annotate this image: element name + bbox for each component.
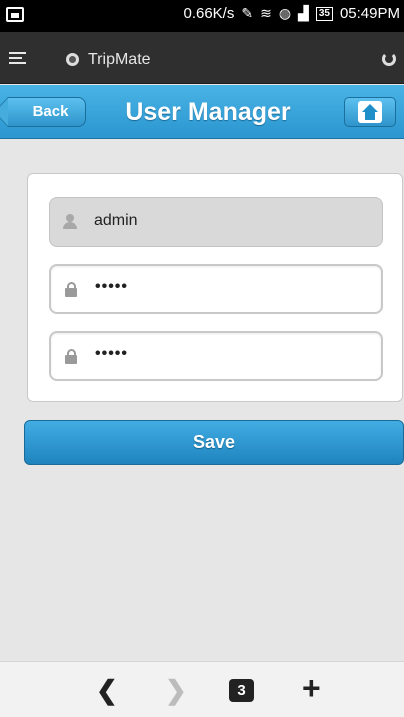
page-header: Back User Manager	[0, 85, 404, 139]
refresh-icon[interactable]	[382, 52, 396, 66]
nav-forward-icon[interactable]: ❯	[165, 677, 187, 703]
browser-bottom-nav: ❮ ❯ 3 +	[0, 661, 404, 717]
status-indicators: 0.66K/s ✎ ≋ ◍ ▟ 35 05:49PM	[183, 5, 400, 22]
nav-back-icon[interactable]: ❮	[96, 677, 118, 703]
app-name: TripMate	[88, 51, 151, 68]
confirm-password-value: •••••	[95, 345, 129, 362]
lock-icon	[64, 349, 78, 364]
wifi-icon: ≋	[260, 5, 272, 21]
username-field: admin	[49, 197, 383, 247]
save-button[interactable]: Save	[24, 420, 404, 465]
clock: 05:49PM	[339, 5, 400, 22]
confirm-password-field[interactable]: •••••	[49, 331, 383, 381]
status-bar: 0.66K/s ✎ ≋ ◍ ▟ 35 05:49PM	[0, 0, 404, 32]
user-icon	[63, 214, 77, 229]
app-logo-icon	[66, 53, 79, 66]
signal-icon: ▟	[298, 5, 309, 21]
password-field[interactable]: •••••	[49, 264, 383, 314]
home-button[interactable]	[344, 97, 396, 127]
new-tab-icon[interactable]: +	[302, 672, 321, 704]
screenshot-icon	[6, 7, 24, 22]
sync-icon: ◍	[278, 5, 292, 21]
lock-icon	[64, 282, 78, 297]
mute-icon: ✎	[241, 5, 254, 21]
home-icon	[358, 101, 382, 123]
username-value: admin	[94, 212, 138, 229]
password-value: •••••	[95, 278, 129, 295]
browser-toolbar: TripMate	[0, 32, 404, 84]
menu-icon[interactable]	[9, 52, 26, 66]
tab-count-button[interactable]: 3	[229, 679, 254, 702]
network-speed: 0.66K/s	[183, 5, 235, 22]
battery-icon: 35	[315, 6, 333, 21]
user-form-card: admin ••••• •••••	[27, 173, 403, 402]
